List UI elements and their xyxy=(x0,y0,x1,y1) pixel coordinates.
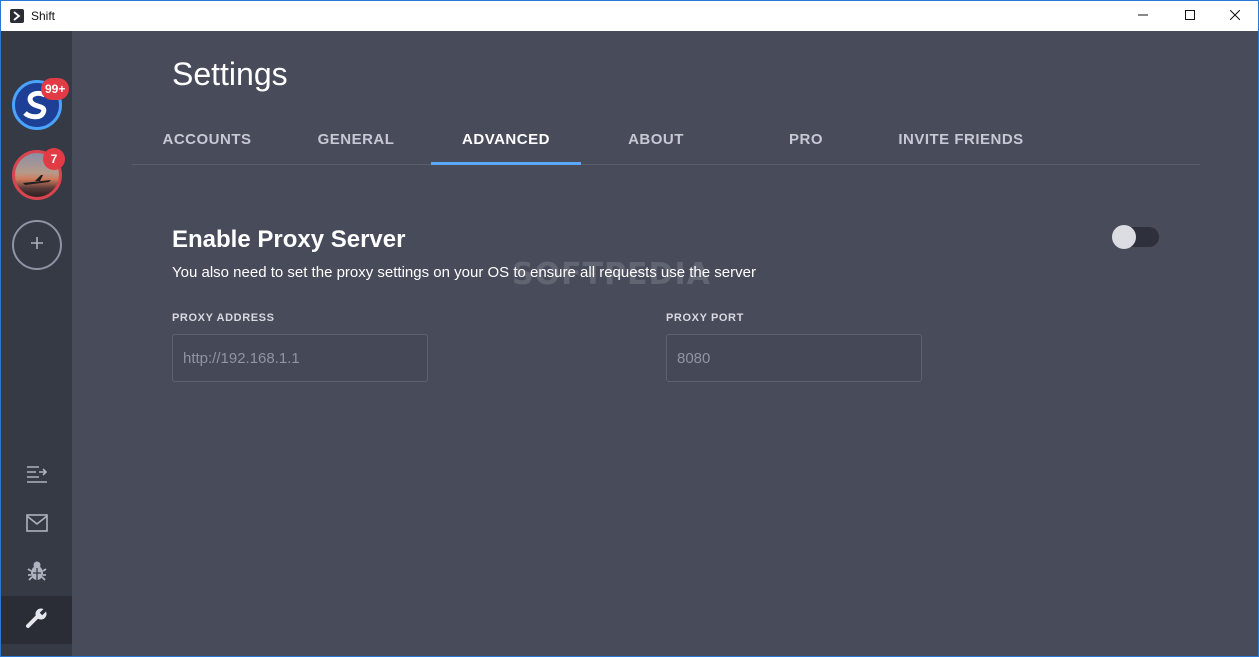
proxy-enable-toggle[interactable] xyxy=(1112,225,1159,249)
app-logo-icon xyxy=(10,9,24,23)
proxy-address-label: PROXY ADDRESS xyxy=(172,312,275,324)
bug-icon xyxy=(26,560,48,587)
close-icon xyxy=(1229,7,1241,25)
list-arrow-icon xyxy=(26,465,48,488)
wrench-icon xyxy=(26,606,49,634)
sidebar: 99+ 7 xyxy=(1,31,72,656)
window-title: Shift xyxy=(31,9,56,23)
tab-pro[interactable]: PRO xyxy=(731,125,881,165)
settings-panel: Settings ACCOUNTS GENERAL ADVANCED ABOUT… xyxy=(72,31,1258,656)
page-title: Settings xyxy=(172,56,288,92)
mail-icon xyxy=(26,513,48,537)
tab-accounts[interactable]: ACCOUNTS xyxy=(132,125,282,165)
title-bar[interactable]: Shift xyxy=(1,1,1258,31)
plus-icon xyxy=(30,236,44,255)
proxy-port-input[interactable] xyxy=(666,334,922,382)
notification-badge: 7 xyxy=(43,148,65,170)
sidebar-tool-settings[interactable] xyxy=(23,606,51,634)
maximize-button[interactable] xyxy=(1167,1,1213,31)
proxy-port-label: PROXY PORT xyxy=(666,312,744,324)
sidebar-tool-list[interactable] xyxy=(23,462,51,490)
watermark: SOFTPEDIA xyxy=(512,257,711,292)
close-button[interactable] xyxy=(1212,1,1258,31)
proxy-section-title: Enable Proxy Server xyxy=(172,226,406,253)
sidebar-tool-debug[interactable] xyxy=(23,559,51,587)
proxy-address-input[interactable] xyxy=(172,334,428,382)
notification-badge: 99+ xyxy=(41,78,70,100)
maximize-icon xyxy=(1185,7,1195,25)
tab-about[interactable]: ABOUT xyxy=(581,125,731,165)
minimize-icon xyxy=(1138,7,1148,25)
minimize-button[interactable] xyxy=(1120,1,1166,31)
settings-tabs: ACCOUNTS GENERAL ADVANCED ABOUT PRO INVI… xyxy=(132,125,1200,165)
tab-advanced[interactable]: ADVANCED xyxy=(431,125,581,165)
add-account-button[interactable] xyxy=(12,220,62,270)
app-window: Shift 99+ 7 Settings ACCOUNTS GENERAL AD… xyxy=(0,0,1259,657)
tab-general[interactable]: GENERAL xyxy=(281,125,431,165)
sidebar-tool-mail[interactable] xyxy=(23,511,51,539)
tab-invite-friends[interactable]: INVITE FRIENDS xyxy=(881,125,1041,165)
toggle-knob xyxy=(1112,225,1136,249)
